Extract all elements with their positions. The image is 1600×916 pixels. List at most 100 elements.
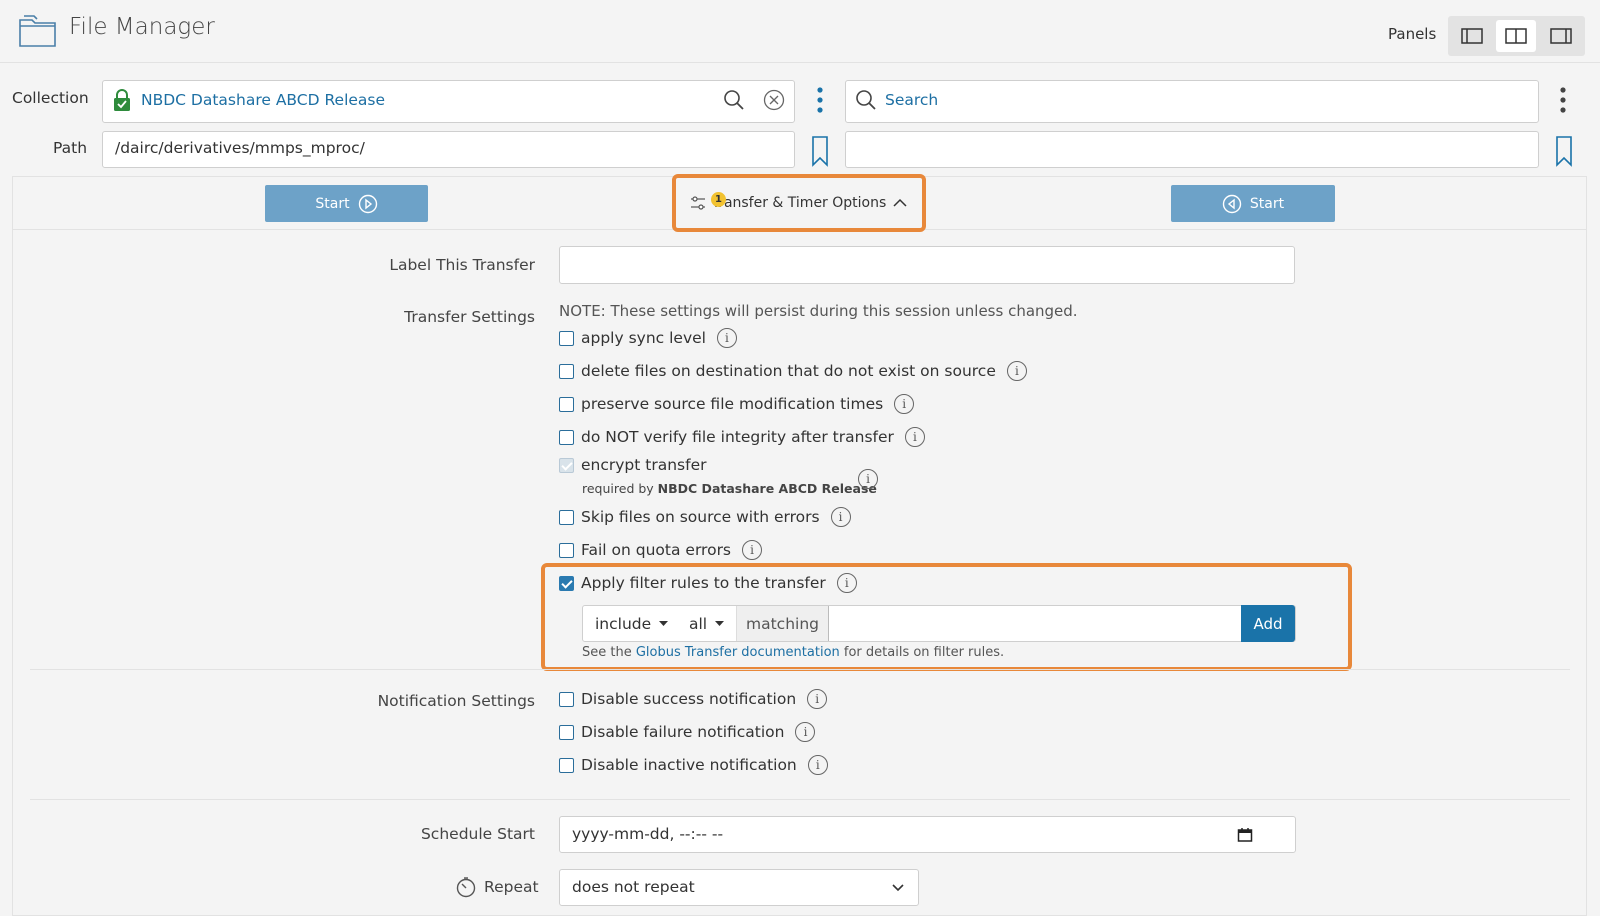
right-path-field[interactable] <box>845 131 1539 168</box>
collection-name[interactable]: NBDC Datashare ABCD Release <box>141 91 385 109</box>
dual-panel-icon <box>1505 28 1527 44</box>
collection-label: Collection <box>12 89 89 107</box>
encrypt-option: encrypt transfer <box>559 456 706 474</box>
repeat-select[interactable]: does not repeat <box>559 869 919 906</box>
info-icon[interactable]: i <box>716 328 737 348</box>
add-filter-button[interactable]: Add <box>1241 605 1295 642</box>
start-right-label: Start <box>1249 195 1285 212</box>
schedule-placeholder: yyyy-mm-dd, --:-- -- <box>572 825 724 843</box>
lock-icon <box>113 88 131 116</box>
filter-rules-label: Apply filter rules to the transfer <box>581 574 826 592</box>
globus-docs-link[interactable]: Globus Transfer documentation <box>636 645 840 660</box>
preserve-times-option[interactable]: preserve source file modification times … <box>559 394 915 414</box>
right-collection-search[interactable] <box>845 80 1539 123</box>
repeat-value: does not repeat <box>572 878 695 896</box>
filter-rules-option[interactable]: Apply filter rules to the transfer i <box>559 573 857 593</box>
disable-failure-checkbox[interactable] <box>559 724 574 740</box>
quota-errors-checkbox[interactable] <box>559 542 574 558</box>
quota-errors-label: Fail on quota errors <box>581 541 732 559</box>
divider <box>30 799 1570 800</box>
start-left-button[interactable]: Start <box>265 185 428 222</box>
clear-icon[interactable] <box>763 89 785 115</box>
caret-down-icon <box>659 620 669 626</box>
delete-files-option[interactable]: delete files on destination that do not … <box>559 361 1027 381</box>
quota-errors-option[interactable]: Fail on quota errors i <box>559 540 763 560</box>
folder-icon <box>18 14 58 52</box>
schedule-start-label: Schedule Start <box>420 825 535 843</box>
label-transfer-input[interactable] <box>559 246 1295 284</box>
start-left-label: Start <box>315 195 350 212</box>
panels-toggle-group <box>1448 16 1585 56</box>
disable-inactive-label: Disable inactive notification <box>581 756 797 774</box>
settings-note: NOTE: These settings will persist during… <box>559 302 1078 320</box>
path-label: Path <box>53 139 88 157</box>
encrypt-checkbox <box>559 457 574 473</box>
single-panel-button[interactable] <box>1452 20 1492 52</box>
skip-errors-label: Skip files on source with errors <box>581 508 820 526</box>
repeat-icon <box>455 876 477 902</box>
encrypt-required-by: NBDC Datashare ABCD Release <box>657 481 877 496</box>
filter-help-prefix: See the <box>582 645 632 660</box>
filter-scope-value: all <box>689 614 708 633</box>
single-panel-icon <box>1461 28 1483 44</box>
sync-level-option[interactable]: apply sync level i <box>559 328 737 348</box>
app-title: File Manager <box>69 14 215 40</box>
caret-down-icon <box>715 620 725 626</box>
transfer-timer-options-toggle[interactable]: Transfer & Timer Options <box>672 174 926 232</box>
preserve-times-checkbox[interactable] <box>559 396 574 412</box>
info-icon[interactable]: i <box>795 722 816 742</box>
app-header <box>0 0 1600 63</box>
bookmark-icon[interactable] <box>811 135 829 171</box>
notification-settings-label: Notification Settings <box>377 692 535 710</box>
no-verify-label: do NOT verify file integrity after trans… <box>581 428 894 446</box>
filter-scope-dropdown[interactable]: all <box>689 606 725 641</box>
filter-help-suffix: for details on filter rules. <box>843 645 1005 660</box>
info-icon[interactable]: i <box>836 573 857 593</box>
right-search-icon <box>855 89 877 115</box>
disable-failure-option[interactable]: Disable failure notification i <box>559 722 816 742</box>
info-icon[interactable]: i <box>742 540 763 560</box>
dual-panel-button[interactable] <box>1496 20 1536 52</box>
info-icon[interactable]: i <box>807 689 828 709</box>
schedule-start-input[interactable]: yyyy-mm-dd, --:-- -- <box>559 816 1296 853</box>
right-panel-button[interactable] <box>1541 20 1581 52</box>
filter-help-text: See the Globus Transfer documentation fo… <box>582 645 1004 660</box>
chevron-down-icon <box>892 884 904 892</box>
disable-inactive-option[interactable]: Disable inactive notification i <box>559 755 828 775</box>
disable-success-option[interactable]: Disable success notification i <box>559 689 828 709</box>
filter-pattern-input[interactable] <box>828 606 1240 641</box>
skip-errors-option[interactable]: Skip files on source with errors i <box>559 507 851 527</box>
disable-inactive-checkbox[interactable] <box>559 757 574 773</box>
delete-files-checkbox[interactable] <box>559 363 574 379</box>
encrypt-required-prefix: required by <box>582 481 654 496</box>
filter-matching-addon: matching <box>736 606 829 641</box>
sync-level-checkbox[interactable] <box>559 330 574 346</box>
info-icon[interactable]: i <box>894 394 915 414</box>
skip-errors-checkbox[interactable] <box>559 509 574 525</box>
left-more-options-icon[interactable] <box>815 86 825 118</box>
info-icon[interactable]: i <box>858 469 878 489</box>
info-icon[interactable]: i <box>904 427 925 447</box>
filter-mode-dropdown[interactable]: include <box>595 606 669 641</box>
right-bookmark-icon[interactable] <box>1555 135 1573 171</box>
filter-rule-row: include all matching <box>582 605 1296 642</box>
no-verify-option[interactable]: do NOT verify file integrity after trans… <box>559 427 925 447</box>
sync-level-label: apply sync level <box>581 329 706 347</box>
calendar-icon[interactable] <box>1237 827 1253 843</box>
encrypt-label: encrypt transfer <box>581 456 707 474</box>
info-icon[interactable]: i <box>830 507 851 527</box>
right-search-placeholder: Search <box>885 91 939 109</box>
disable-success-checkbox[interactable] <box>559 691 574 707</box>
right-more-options-icon[interactable] <box>1558 86 1568 118</box>
encrypt-required-note: required by NBDC Datashare ABCD Release <box>582 481 877 496</box>
preserve-times-label: preserve source file modification times <box>581 395 884 413</box>
info-icon[interactable]: i <box>1006 361 1027 381</box>
search-icon[interactable] <box>723 89 745 115</box>
no-verify-checkbox[interactable] <box>559 429 574 445</box>
start-right-button[interactable]: Start <box>1171 185 1335 222</box>
info-icon[interactable]: i <box>807 755 828 775</box>
transfer-settings-label: Transfer Settings <box>404 308 535 326</box>
label-this-transfer-label: Label This Transfer <box>389 256 535 274</box>
sliders-icon <box>690 196 705 210</box>
filter-rules-checkbox[interactable] <box>559 575 574 591</box>
